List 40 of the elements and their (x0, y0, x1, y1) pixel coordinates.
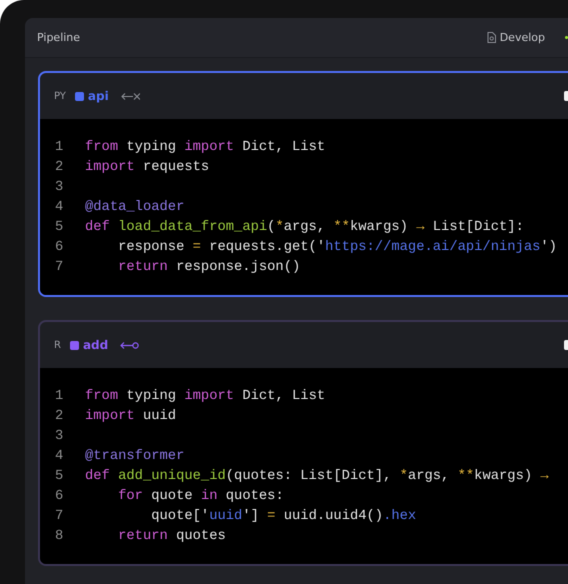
line-number: 7 (55, 508, 64, 524)
line-number: 5 (55, 468, 64, 484)
code-block[interactable] (38, 71, 568, 297)
code-line: from typing import Dict, List (85, 140, 326, 154)
code-line: response = requests.get('https://mage.ai/api/ninjas') (117, 240, 557, 254)
line-number: 1 (55, 140, 64, 154)
code-line: @transformer (85, 448, 184, 464)
code-line: for quote in quotes: (117, 488, 284, 504)
code-line: import uuid (85, 408, 176, 424)
line-number: 5 (55, 220, 64, 234)
line-number: 2 (55, 408, 64, 424)
line-number: 2 (55, 160, 64, 174)
code-line: def add_unique_id(quotes: List[Dict], *args, **kwargs) → (85, 468, 549, 484)
code-line: from typing import Dict, List (85, 388, 326, 404)
line-number: 4 (55, 200, 64, 214)
line-number: 7 (55, 260, 64, 274)
file-icon (486, 32, 496, 43)
line-number: 6 (55, 240, 64, 254)
code-line: return quotes (117, 528, 226, 544)
code-line: @data_loader (85, 200, 184, 214)
language-label: R (54, 340, 61, 350)
block-name[interactable]: add (82, 338, 108, 352)
block-name[interactable]: api (88, 89, 109, 103)
line-number: 4 (55, 448, 64, 464)
line-number: 3 (55, 180, 64, 194)
language-label: PY (54, 90, 66, 102)
code-line: quote['uuid'] = uuid.uuid4().hex (150, 508, 416, 524)
line-number: 3 (55, 428, 64, 444)
arrow-x-icon[interactable] (120, 92, 140, 100)
line-number: 6 (55, 488, 64, 504)
code-line: import requests (85, 160, 210, 174)
pipeline-title: Pipeline (37, 31, 80, 44)
status-dot (565, 36, 568, 39)
code-block[interactable] (38, 320, 568, 566)
mode-label[interactable]: Develop (500, 31, 545, 44)
line-number: 8 (55, 528, 64, 544)
code-line: def load_data_from_api(*args, **kwargs) → List[Dict]: (85, 220, 524, 234)
line-number: 1 (55, 388, 64, 404)
code-line: return response.json() (117, 260, 300, 274)
arrow-circle-icon[interactable] (120, 340, 140, 350)
